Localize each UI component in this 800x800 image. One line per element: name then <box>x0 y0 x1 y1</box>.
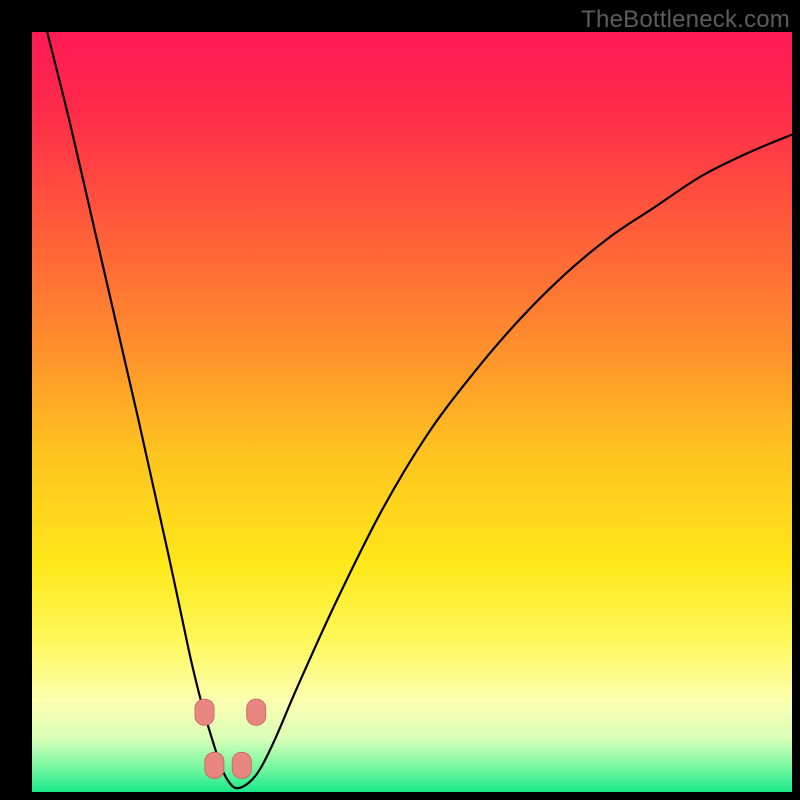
curve-marker-1 <box>205 752 224 778</box>
curve-marker-3 <box>247 699 266 725</box>
watermark-text: TheBottleneck.com <box>581 6 790 34</box>
plot-area <box>32 32 792 792</box>
curve-marker-0 <box>195 699 214 725</box>
gradient-background <box>32 32 792 792</box>
chart-svg <box>32 32 792 792</box>
curve-marker-2 <box>232 752 251 778</box>
chart-frame: TheBottleneck.com <box>0 0 800 800</box>
